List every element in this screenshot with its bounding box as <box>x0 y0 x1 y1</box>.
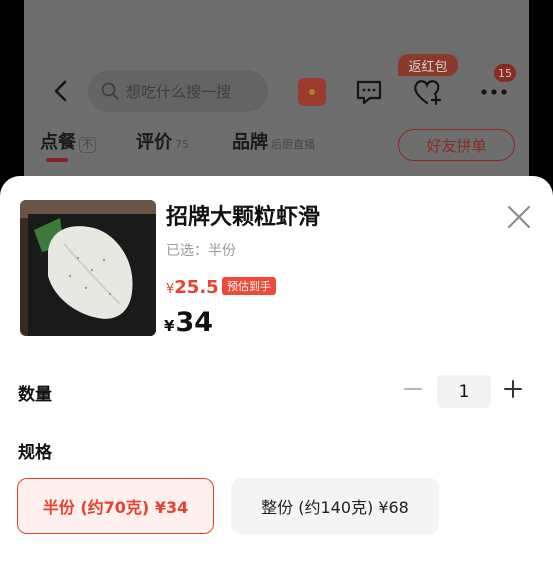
message-icon[interactable] <box>354 77 384 107</box>
product-title: 招牌大颗粒虾滑 <box>166 205 321 230</box>
close-icon[interactable] <box>506 204 532 230</box>
estimated-price-badge: 预估到手 <box>222 277 276 295</box>
selected-spec-text: 已选：半份 <box>166 243 236 259</box>
red-packet-icon[interactable] <box>298 78 326 106</box>
search-input[interactable]: 想吃什么搜一搜 <box>88 70 268 112</box>
spec-option-full[interactable]: 整份 (约140克) ¥68 <box>231 478 439 534</box>
heart-plus-icon[interactable] <box>412 77 444 107</box>
spec-option-half[interactable]: 半份 (约70克) ¥34 <box>17 478 214 534</box>
quantity-label: 数量 <box>18 385 52 405</box>
review-count: 75 <box>175 138 189 151</box>
currency-symbol: ¥ <box>166 282 175 297</box>
tab-label: 评价 <box>136 132 172 153</box>
product-spec-sheet: 招牌大颗粒虾滑 已选：半份 ¥ 25.5 预估到手 ¥ 34 数量 1 规格 半… <box>0 176 553 562</box>
minus-icon[interactable] <box>401 377 425 401</box>
more-icon[interactable] <box>478 82 510 102</box>
currency-symbol: ¥ <box>164 317 175 335</box>
back-arrow-icon[interactable] <box>48 76 74 106</box>
product-price: ¥ 34 <box>164 307 213 338</box>
rebate-badge: 返红包 <box>398 54 458 76</box>
notification-count-badge: 15 <box>494 64 516 82</box>
active-tab-indicator <box>46 158 68 162</box>
product-price-value: 34 <box>175 307 214 338</box>
group-order-button[interactable]: 好友拼单 <box>398 129 515 161</box>
tab-reviews[interactable]: 评价 75 <box>136 128 189 154</box>
product-image <box>20 200 156 336</box>
tab-label: 品牌 <box>232 132 268 153</box>
quantity-value[interactable]: 1 <box>437 375 491 408</box>
estimated-price-value: 25.5 <box>174 277 219 298</box>
spec-label: 规格 <box>18 443 52 463</box>
plus-icon[interactable] <box>501 377 525 401</box>
tab-label: 点餐 <box>40 132 76 153</box>
search-placeholder: 想吃什么搜一搜 <box>126 82 232 101</box>
search-icon <box>100 81 120 101</box>
tab-order[interactable]: 点餐 不 <box>40 128 96 154</box>
tab-sub-label: 后厨直播 <box>271 138 315 151</box>
tab-sub-label: 不 <box>79 137 96 153</box>
estimated-price: ¥ 25.5 <box>166 277 219 298</box>
tab-brand[interactable]: 品牌 后厨直播 <box>232 128 315 154</box>
